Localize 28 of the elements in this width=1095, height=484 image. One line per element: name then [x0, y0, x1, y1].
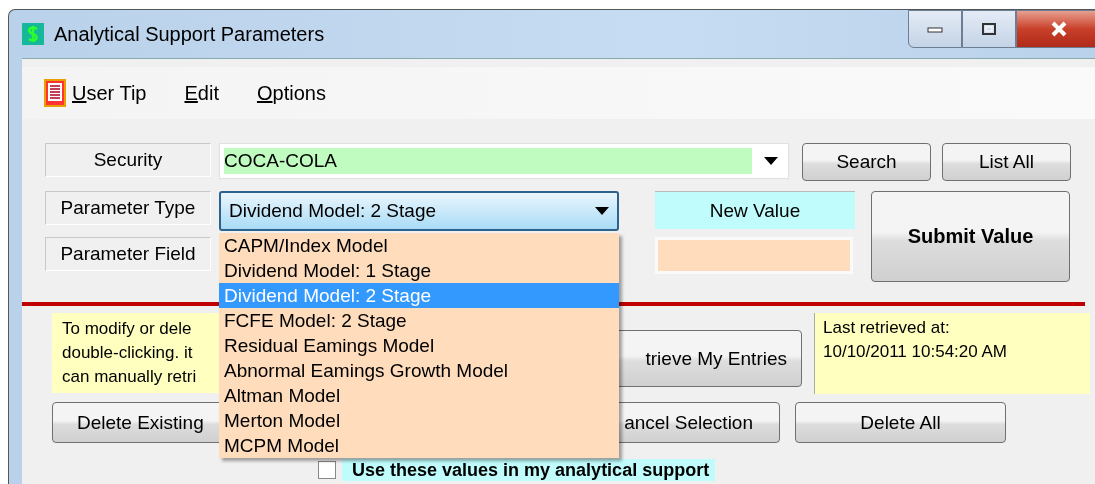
parameter-type-combobox[interactable]: Dividend Model: 2 Stage	[219, 191, 619, 231]
search-button[interactable]: Search	[802, 143, 931, 181]
close-button[interactable]	[1016, 10, 1095, 48]
caret-icon	[595, 207, 609, 215]
last-retrieved-text: Last retrieved at: 10/10/2011 10:54:20 AM	[814, 313, 1090, 394]
security-label: Security	[45, 143, 211, 177]
dollar-icon	[22, 23, 44, 45]
minimize-icon	[926, 25, 944, 33]
new-value-field[interactable]	[655, 237, 853, 274]
parameter-field-label: Parameter Field	[45, 237, 211, 271]
maximize-icon	[981, 22, 997, 36]
menu-item[interactable]: Options	[256, 81, 326, 105]
window-title: Analytical Support Parameters	[54, 22, 325, 46]
list-icon	[44, 79, 66, 107]
list-all-button[interactable]: List All	[942, 143, 1071, 181]
checkbox[interactable]	[318, 461, 336, 479]
dropdown-option[interactable]: Dividend Model: 1 Stage	[219, 258, 619, 283]
submit-value-button[interactable]: Submit Value	[871, 191, 1070, 282]
security-combobox[interactable]: COCA-COLA	[219, 143, 789, 179]
checkbox-label: Use these values in my analytical support	[342, 459, 716, 481]
menu-item[interactable]: User Tip	[72, 81, 147, 105]
delete-all-button[interactable]: Delete All	[795, 402, 1006, 443]
parameter-type-label: Parameter Type	[45, 191, 211, 225]
dropdown-option[interactable]: CAPM/Index Model	[219, 233, 619, 258]
maximize-button[interactable]	[962, 10, 1016, 48]
caret-icon	[764, 157, 778, 165]
new-value-label: New Value	[655, 191, 855, 229]
menu-item[interactable]: Edit	[184, 81, 219, 105]
